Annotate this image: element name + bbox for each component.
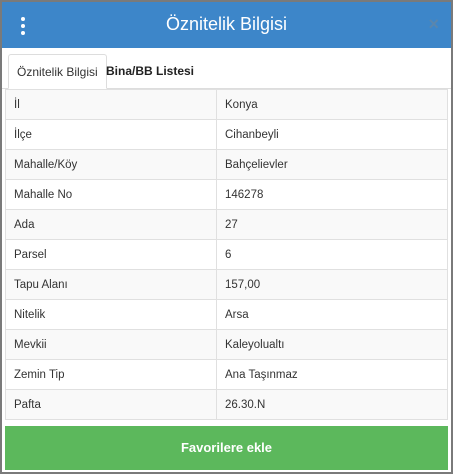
table-row: Mevkii Kaleyolualtı	[5, 329, 448, 360]
table-row: Ada 27	[5, 209, 448, 240]
row-value: Ana Taşınmaz	[216, 359, 448, 390]
row-key: Zemin Tip	[5, 359, 217, 390]
row-key: İl	[5, 89, 217, 120]
tab-building-list[interactable]: Bina/BB Listesi	[98, 54, 202, 88]
table-row: İlçe Cihanbeyli	[5, 119, 448, 150]
tab-bar: Öznitelik Bilgisi Bina/BB Listesi	[2, 48, 451, 89]
table-row: Zemin Tip Ana Taşınmaz	[5, 359, 448, 390]
attribute-dialog: Öznitelik Bilgisi × Öznitelik Bilgisi Bi…	[2, 2, 451, 472]
row-value: Kaleyolualtı	[216, 329, 448, 360]
row-value: Arsa	[216, 299, 448, 330]
row-key: Mevkii	[5, 329, 217, 360]
row-value: 157,00	[216, 269, 448, 300]
row-key: Mahalle No	[5, 179, 217, 210]
table-row: Mahalle No 146278	[5, 179, 448, 210]
row-value: Konya	[216, 89, 448, 120]
row-key: Tapu Alanı	[5, 269, 217, 300]
dialog-title: Öznitelik Bilgisi	[165, 14, 288, 34]
tab-attribute-info[interactable]: Öznitelik Bilgisi	[8, 54, 107, 89]
row-value: 6	[216, 239, 448, 270]
table-row: Nitelik Arsa	[5, 299, 448, 330]
row-key: Nitelik	[5, 299, 217, 330]
row-value: Bahçelievler	[216, 149, 448, 180]
close-icon[interactable]: ×	[428, 15, 439, 33]
attribute-table: İl Konya İlçe Cihanbeyli Mahalle/Köy Bah…	[5, 89, 448, 420]
row-key: Pafta	[5, 389, 217, 420]
row-key: İlçe	[5, 119, 217, 150]
row-key: Mahalle/Köy	[5, 149, 217, 180]
table-row: İl Konya	[5, 89, 448, 120]
row-value: Cihanbeyli	[216, 119, 448, 150]
table-row: Tapu Alanı 157,00	[5, 269, 448, 300]
table-row: Mahalle/Köy Bahçelievler	[5, 149, 448, 180]
row-value: 26.30.N	[216, 389, 448, 420]
table-row: Parsel 6	[5, 239, 448, 270]
row-value: 146278	[216, 179, 448, 210]
row-key: Parsel	[5, 239, 217, 270]
add-to-favorites-button[interactable]: Favorilere ekle	[5, 426, 448, 470]
table-row: Pafta 26.30.N	[5, 389, 448, 420]
row-key: Ada	[5, 209, 217, 240]
row-value: 27	[216, 209, 448, 240]
dialog-header: Öznitelik Bilgisi ×	[2, 2, 451, 48]
